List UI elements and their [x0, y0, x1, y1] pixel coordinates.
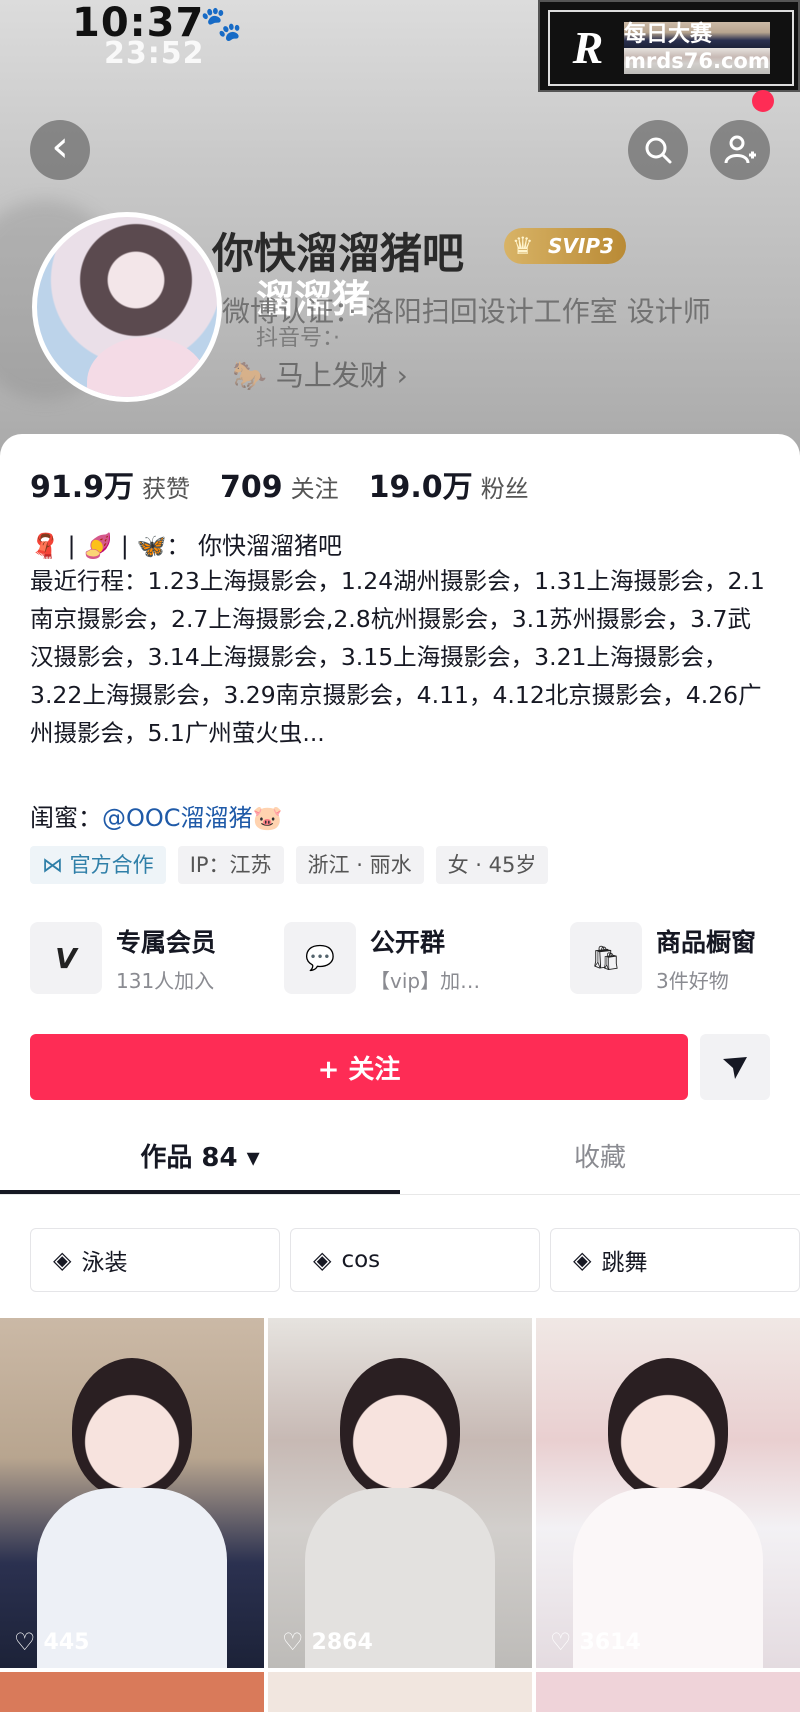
site-watermark: R 每日大赛 mrds76.com	[538, 0, 800, 92]
share-button[interactable]	[700, 1034, 770, 1100]
video-thumbnail[interactable]: ♡ 445	[0, 1318, 264, 1668]
chat-bubble-icon: 💬	[284, 922, 356, 994]
stat-following-label: 关注	[290, 475, 339, 503]
follow-button[interactable]: + 关注	[30, 1034, 688, 1100]
notification-dot	[752, 90, 774, 112]
tag-region: 浙江 · 丽水	[295, 846, 424, 884]
bestie-mention-link[interactable]: @OOC溜溜猪🐷	[102, 804, 282, 832]
thumbnail-figure	[608, 1358, 728, 1498]
watermark-text: 每日大赛 mrds76.com	[624, 22, 770, 74]
stat-followers-number: 19.0万	[368, 470, 473, 505]
layers-icon: ◈	[53, 1246, 72, 1274]
bestie-label: 闺蜜：	[30, 804, 102, 832]
video-thumbnail[interactable]	[268, 1672, 532, 1712]
collection-chips: ◈ 泳装 ◈ cos ◈ 跳舞	[30, 1228, 800, 1292]
collection-swimwear[interactable]: ◈ 泳装	[30, 1228, 280, 1292]
stat-likes-label: 获赞	[142, 475, 191, 503]
service-entries: V 专属会员 131人加入 💬 公开群 【vip】加… 🛍 商品橱窗 3件好物	[30, 922, 770, 1002]
stat-likes[interactable]: 91.9万 获赞	[30, 462, 190, 506]
collection-dance-label: 跳舞	[601, 1250, 648, 1276]
vip-badge-label: SVIP3	[548, 234, 614, 258]
bio-first-line: 🧣 | 🍠 | 🦋： 你快溜溜猪吧	[30, 532, 342, 560]
service-showcase-title: 商品橱窗	[656, 927, 757, 957]
watermark-frame: R 每日大赛 mrds76.com	[548, 10, 794, 86]
tag-ip-location: IP：江苏	[177, 846, 284, 884]
collection-dance[interactable]: ◈ 跳舞	[550, 1228, 800, 1292]
fortune-link[interactable]: 🐎 马上发财 ›	[232, 354, 408, 394]
like-count: ♡ 2864	[282, 1628, 373, 1656]
membership-icon: V	[30, 922, 102, 994]
collection-cos-label: cos	[341, 1247, 381, 1273]
back-icon: ‹	[51, 121, 69, 172]
stat-following-number: 709	[220, 470, 283, 505]
back-button[interactable]: ‹	[30, 120, 90, 180]
layers-icon: ◈	[313, 1246, 332, 1274]
bio-schedule: 最近行程：1.23上海摄影会，1.24湖州摄影会，1.31上海摄影会，2.1南京…	[30, 567, 765, 747]
service-public-group[interactable]: 💬 公开群 【vip】加…	[284, 922, 480, 994]
layers-icon: ◈	[573, 1246, 592, 1274]
service-group-sub: 【vip】加…	[370, 968, 481, 993]
like-count-value: 445	[43, 1629, 90, 1655]
service-showcase[interactable]: 🛍 商品橱窗 3件好物	[570, 922, 756, 994]
watermark-logo: R	[572, 22, 604, 73]
douyin-id: 抖音号：·	[256, 326, 340, 351]
video-thumbnail[interactable]: ♡ 3614	[536, 1318, 800, 1668]
like-count-value: 2864	[311, 1629, 373, 1655]
video-thumbnail[interactable]	[0, 1672, 264, 1712]
service-showcase-sub: 3件好物	[656, 968, 729, 993]
shopping-bag-icon: 🛍	[570, 922, 642, 994]
heart-icon: ♡	[550, 1628, 572, 1656]
tag-gender-age: 女 · 45岁	[435, 846, 549, 884]
service-membership-title: 专属会员	[116, 927, 217, 957]
tag-official-cooperation[interactable]: ⋈ 官方合作	[30, 846, 166, 884]
video-thumbnail[interactable]	[536, 1672, 800, 1712]
avatar[interactable]	[32, 212, 222, 402]
fortune-label: 马上发财 ›	[275, 359, 408, 392]
service-group-title: 公开群	[370, 927, 446, 957]
stat-followers[interactable]: 19.0万 粉丝	[369, 462, 529, 506]
like-count-value: 3614	[579, 1629, 641, 1655]
horse-icon: 🐎	[232, 359, 267, 392]
heart-icon: ♡	[14, 1628, 36, 1656]
watermark-url: mrds76.com	[624, 48, 770, 74]
paw-icon: 🐾	[200, 4, 243, 44]
status-sub-time: 23:52	[104, 36, 205, 71]
tab-works[interactable]: 作品 84 ▾	[0, 1124, 400, 1192]
stat-likes-number: 91.9万	[30, 470, 135, 505]
watermark-title: 每日大赛	[624, 22, 770, 48]
profile-card: 91.9万 获赞 709 关注 19.0万 粉丝 🧣 | 🍠 | 🦋： 你快溜溜…	[0, 434, 800, 1736]
like-count: ♡ 3614	[550, 1628, 641, 1656]
tabs-divider	[0, 1194, 800, 1195]
service-membership-sub: 131人加入	[116, 968, 215, 993]
paper-plane-icon	[723, 1057, 747, 1079]
stat-following[interactable]: 709 关注	[220, 469, 339, 505]
search-button[interactable]	[628, 120, 688, 180]
thumbnail-figure	[340, 1358, 460, 1498]
collection-swimwear-label: 泳装	[81, 1250, 128, 1276]
thumbnail-figure	[72, 1358, 192, 1498]
stat-followers-label: 粉丝	[480, 475, 529, 503]
heart-icon: ♡	[282, 1628, 304, 1656]
bestie-line: 闺蜜：@OOC溜溜猪🐷	[30, 798, 282, 833]
collection-cos[interactable]: ◈ cos	[290, 1228, 540, 1292]
video-thumbnail[interactable]: ♡ 2864	[268, 1318, 532, 1668]
search-icon	[645, 137, 672, 164]
profile-tags: ⋈ 官方合作 IP：江苏 浙江 · 丽水 女 · 45岁	[30, 846, 560, 884]
content-tabs: 作品 84 ▾ 收藏	[0, 1124, 800, 1195]
profile-stats: 91.9万 获赞 709 关注 19.0万 粉丝	[30, 462, 559, 506]
tab-favorites[interactable]: 收藏	[400, 1124, 800, 1192]
crown-icon: ♛	[512, 232, 534, 260]
service-membership[interactable]: V 专属会员 131人加入	[30, 922, 216, 994]
vip-badge[interactable]: ♛ SVIP3	[504, 228, 626, 264]
add-friend-button[interactable]	[710, 120, 770, 180]
add-user-icon	[724, 135, 756, 164]
like-count: ♡ 445	[14, 1628, 89, 1656]
